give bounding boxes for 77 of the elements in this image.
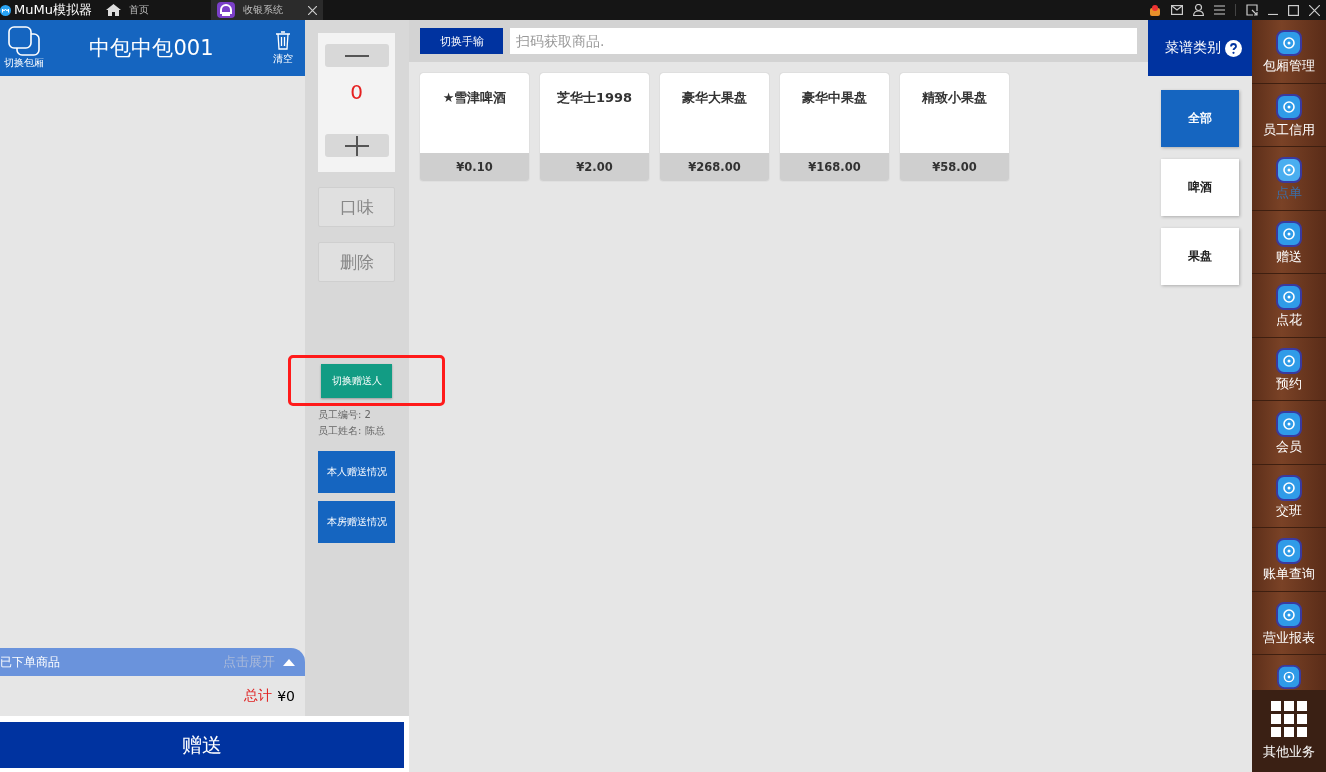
ordered-items-title: 已下单商品 <box>0 653 60 671</box>
gift-icon[interactable] <box>1149 4 1161 16</box>
switch-room-button[interactable]: 切换包厢 <box>0 26 48 70</box>
nav-item[interactable]: 员工信用 <box>1252 83 1326 147</box>
employee-name: 员工姓名: 陈总 <box>318 424 385 438</box>
product-name: 精致小果盘 <box>921 89 988 107</box>
gift-submit-button[interactable]: 赠送 <box>0 722 404 768</box>
product-price: ¥0.10 <box>420 153 529 181</box>
product-name: ★雪津啤酒 <box>441 89 508 107</box>
clear-button[interactable]: 清空 <box>265 30 305 66</box>
plus-button[interactable] <box>324 134 389 157</box>
employee-number: 员工编号: 2 <box>318 408 371 422</box>
category-header: 菜谱类别 <box>1148 20 1252 76</box>
app-icon <box>1276 474 1302 501</box>
minus-button[interactable] <box>324 44 389 67</box>
user-icon[interactable] <box>1193 4 1204 16</box>
product-name: 豪华中果盘 <box>801 89 868 107</box>
minus-icon <box>344 54 369 57</box>
app-icon <box>1276 538 1302 564</box>
app-icon <box>1276 284 1302 310</box>
help-icon[interactable] <box>1224 39 1242 57</box>
scan-field[interactable]: 扫码获取商品. <box>510 28 1137 54</box>
caret-up-icon <box>283 658 295 666</box>
squares-icon <box>8 26 40 56</box>
app-icon <box>1276 601 1302 628</box>
title-tab[interactable]: 首页 <box>99 0 155 20</box>
product-card[interactable]: 豪华中果盘 ¥168.00 <box>780 73 889 181</box>
product-price: ¥2.00 <box>540 153 649 181</box>
plus-icon <box>344 135 369 156</box>
category-button[interactable]: 全部 <box>1161 90 1239 147</box>
report-button[interactable]: 本房赠送情况 <box>318 501 395 543</box>
app-icon <box>1276 665 1302 689</box>
quantity-value: 0 <box>350 79 363 106</box>
nav-item[interactable]: 交班 <box>1252 464 1326 528</box>
title-tab[interactable]: 收银系统 <box>210 0 323 20</box>
app-icon <box>1276 347 1302 374</box>
nav-item[interactable]: 会员 <box>1252 401 1326 465</box>
mail-icon[interactable] <box>1171 5 1183 15</box>
close-icon[interactable] <box>1309 4 1320 16</box>
product-card[interactable]: 精致小果盘 ¥58.00 <box>900 73 1009 181</box>
product-price: ¥268.00 <box>660 153 769 181</box>
product-card[interactable]: 芝华士1998 ¥2.00 <box>540 73 649 181</box>
maximize-icon[interactable] <box>1288 4 1299 16</box>
category-button[interactable]: 啤酒 <box>1161 159 1239 216</box>
app-icon <box>1276 411 1302 437</box>
product-price: ¥168.00 <box>780 153 889 181</box>
screenshot-icon[interactable] <box>1246 4 1258 16</box>
nav-item[interactable]: 点花 <box>1252 274 1326 338</box>
total-amount: ¥0 <box>277 688 295 704</box>
app-icon <box>216 2 235 18</box>
app-icon <box>1276 30 1302 56</box>
app-icon <box>1276 157 1302 183</box>
nav-item[interactable]: 预约 <box>1252 337 1326 401</box>
app-icon <box>1276 220 1302 247</box>
nav-item[interactable]: 账单查询 <box>1252 528 1326 592</box>
total-label: 总计 <box>244 687 273 705</box>
product-card[interactable]: 豪华大果盘 ¥268.00 <box>660 73 769 181</box>
product-price: ¥58.00 <box>900 153 1009 181</box>
app-name: MuMu模拟器 <box>14 1 92 19</box>
room-name: 中包中包001 <box>88 35 215 62</box>
input-mode-button[interactable]: 切换手输 <box>420 28 503 54</box>
product-card[interactable]: ★雪津啤酒 ¥0.10 <box>420 73 529 181</box>
logo-icon <box>0 4 11 16</box>
grid-icon <box>1271 701 1307 737</box>
more-services-button[interactable]: 其他业务 <box>1252 690 1326 772</box>
app-icon <box>1276 93 1302 120</box>
trash-icon <box>276 30 290 50</box>
category-button[interactable]: 果盘 <box>1161 228 1239 285</box>
close-icon[interactable] <box>307 5 317 15</box>
nav-item[interactable]: 包厢管理 <box>1252 20 1326 84</box>
home-icon <box>105 4 121 16</box>
report-button[interactable]: 本人赠送情况 <box>318 451 395 493</box>
nav-item[interactable]: 赠送 <box>1252 210 1326 274</box>
nav-item[interactable]: 营业报表 <box>1252 591 1326 655</box>
product-name: 豪华大果盘 <box>681 89 748 107</box>
menu-icon[interactable] <box>1214 5 1225 15</box>
product-name: 芝华士1998 <box>555 89 634 107</box>
